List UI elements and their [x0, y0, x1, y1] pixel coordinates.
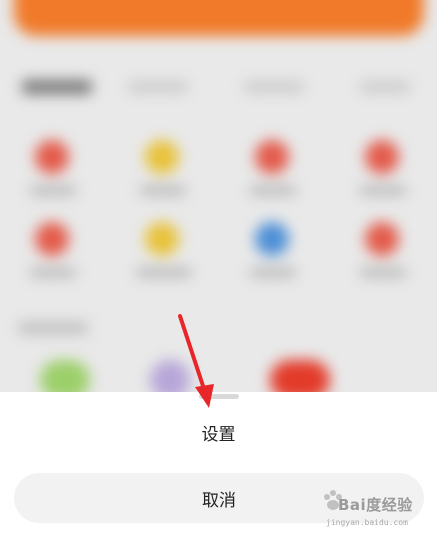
grid-label-placeholder [140, 186, 186, 195]
cancel-label: 取消 [202, 490, 236, 511]
bottom-decoration [40, 360, 90, 392]
watermark-brand: Bai度经验 [338, 496, 413, 514]
grid-label-placeholder [360, 186, 406, 195]
grid-icon [365, 140, 399, 174]
grid-label-placeholder [30, 186, 76, 195]
background-content [0, 0, 437, 392]
grid-icon [145, 222, 179, 256]
grid-icon [255, 140, 289, 174]
section-placeholder [360, 82, 410, 92]
section-title-placeholder [18, 322, 88, 334]
grid-icon [255, 222, 289, 256]
settings-menu-item[interactable]: 设置 [0, 412, 437, 452]
section-placeholder [244, 82, 304, 92]
section-placeholder [128, 82, 188, 92]
grid-label-placeholder [250, 186, 296, 195]
bottom-decoration [270, 360, 330, 392]
grid-label-placeholder [30, 268, 76, 277]
grid-label-placeholder [136, 268, 192, 277]
grid-icon [365, 222, 399, 256]
blurred-background-app [0, 0, 437, 392]
settings-label: 设置 [201, 424, 236, 445]
grid-icon [35, 222, 69, 256]
grid-icon [35, 140, 69, 174]
bottom-decoration [150, 360, 190, 392]
grid-label-placeholder [250, 268, 296, 277]
section-title-placeholder [22, 80, 92, 94]
orange-header-banner [14, 0, 424, 36]
screen: 设置 取消 Bai度经验 jingyan.baidu.com [0, 0, 437, 543]
grid-icon [145, 140, 179, 174]
sheet-drag-handle[interactable] [199, 394, 239, 399]
grid-label-placeholder [360, 268, 406, 277]
watermark-url: jingyan.baidu.com [326, 518, 408, 527]
